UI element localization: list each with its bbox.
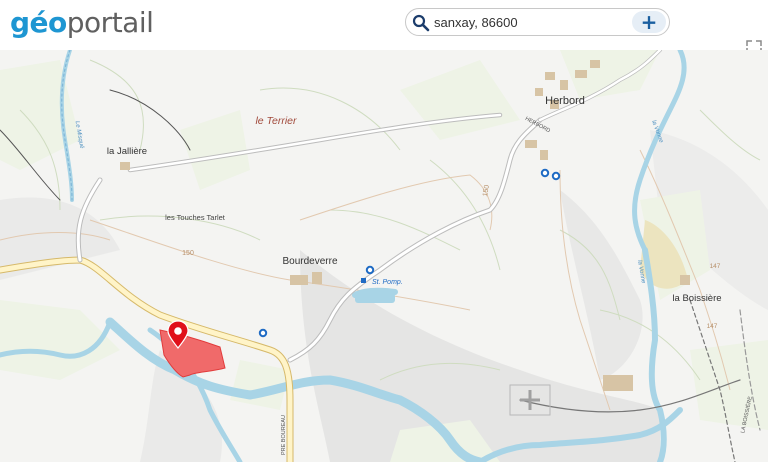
geoportail-logo[interactable]: géoportail [10, 6, 154, 40]
contour-label-3: 147 [710, 263, 721, 270]
search-bar[interactable]: + [405, 8, 670, 36]
place-le-terrier: le Terrier [255, 115, 297, 127]
place-la-jalliere: la Jallière [107, 146, 147, 157]
poi-st-pomp: St. Pomp. [372, 279, 403, 286]
pond [355, 293, 395, 303]
logo-part-portail: portail [66, 6, 154, 39]
map-canvas[interactable]: Herbord la Jallière le Terrier les Touch… [0, 50, 768, 462]
search-icon[interactable] [412, 14, 430, 32]
header-bar: géoportail + [0, 0, 768, 54]
map-view[interactable]: Herbord la Jallière le Terrier les Touch… [0, 50, 768, 462]
place-la-boissiere: la Boissière [672, 293, 721, 304]
search-input[interactable] [434, 12, 624, 32]
place-bourdeverre: Bourdeverre [282, 256, 337, 267]
place-les-touches-tarlet: les Touches Tarlet [165, 213, 226, 222]
poi-square [361, 278, 366, 283]
add-button[interactable]: + [632, 11, 666, 33]
logo-part-geo: géo [10, 6, 67, 39]
contour-label-4: 147 [707, 323, 718, 330]
contour-label-1: 150 [182, 250, 194, 257]
road-label-pre-boureau: PRE BOUREAU [281, 415, 287, 455]
place-herbord: Herbord [545, 95, 585, 107]
